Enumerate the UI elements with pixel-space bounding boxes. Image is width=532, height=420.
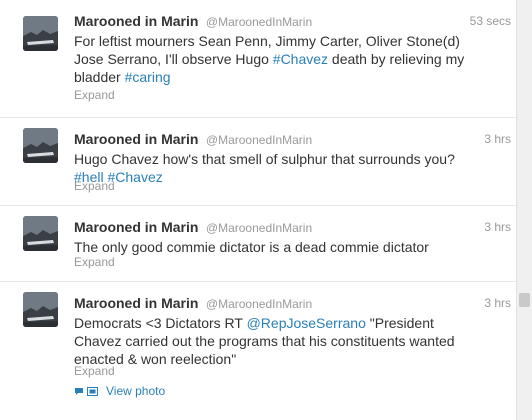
tweet[interactable]: Marooned in Marin @MaroonedInMarin 3 hrs… bbox=[0, 282, 516, 420]
expand-link[interactable]: Expand bbox=[74, 179, 115, 193]
tweet-text: The only good commie dictator is a dead … bbox=[74, 238, 474, 256]
author-name[interactable]: Marooned in Marin bbox=[74, 13, 198, 29]
author-handle[interactable]: @MaroonedInMarin bbox=[206, 297, 312, 311]
author-name[interactable]: Marooned in Marin bbox=[74, 131, 198, 147]
view-photo-label[interactable]: View photo bbox=[106, 384, 165, 398]
author-handle[interactable]: @MaroonedInMarin bbox=[206, 15, 312, 29]
tweet-text: For leftist mourners Sean Penn, Jimmy Ca… bbox=[74, 32, 474, 86]
hashtag-link[interactable]: #Chavez bbox=[107, 169, 162, 185]
text-segment: The only good commie dictator is a dead … bbox=[74, 239, 429, 255]
hashtag-link[interactable]: #caring bbox=[125, 69, 171, 85]
hashtag-link[interactable]: #Chavez bbox=[273, 51, 328, 67]
text-segment: Democrats <3 Dictators RT bbox=[74, 315, 247, 331]
tweet-timeline: Marooned in Marin @MaroonedInMarin 53 se… bbox=[0, 0, 532, 420]
view-photo-link[interactable]: View photo bbox=[74, 384, 165, 398]
timestamp[interactable]: 3 hrs bbox=[484, 296, 511, 310]
photo-icon bbox=[87, 386, 98, 396]
author-name[interactable]: Marooned in Marin bbox=[74, 295, 198, 311]
avatar[interactable] bbox=[23, 128, 58, 163]
tweet-text: Hugo Chavez how's that smell of sulphur … bbox=[74, 150, 474, 186]
expand-link[interactable]: Expand bbox=[74, 364, 115, 378]
author-handle[interactable]: @MaroonedInMarin bbox=[206, 133, 312, 147]
timestamp[interactable]: 3 hrs bbox=[484, 220, 511, 234]
author-name[interactable]: Marooned in Marin bbox=[74, 219, 198, 235]
view-photo-icons bbox=[74, 386, 101, 396]
tweet[interactable]: Marooned in Marin @MaroonedInMarin 3 hrs… bbox=[0, 118, 516, 206]
avatar[interactable] bbox=[23, 16, 58, 51]
tweet[interactable]: Marooned in Marin @MaroonedInMarin 53 se… bbox=[0, 0, 516, 118]
tweet-text: Democrats <3 Dictators RT @RepJoseSerran… bbox=[74, 314, 474, 368]
speech-bubble-icon bbox=[75, 387, 83, 395]
timestamp[interactable]: 53 secs bbox=[470, 14, 511, 28]
tweet-header: Marooned in Marin @MaroonedInMarin bbox=[74, 219, 312, 237]
mention-link[interactable]: @RepJoseSerrano bbox=[247, 315, 366, 331]
avatar[interactable] bbox=[23, 292, 58, 327]
tweet-header: Marooned in Marin @MaroonedInMarin bbox=[74, 131, 312, 149]
timestamp[interactable]: 3 hrs bbox=[484, 132, 511, 146]
scrollbar[interactable] bbox=[516, 0, 532, 420]
expand-link[interactable]: Expand bbox=[74, 88, 115, 102]
tweet-header: Marooned in Marin @MaroonedInMarin bbox=[74, 295, 312, 313]
text-segment: Hugo Chavez how's that smell of sulphur … bbox=[74, 151, 455, 167]
scrollbar-thumb[interactable] bbox=[519, 293, 530, 307]
tweet[interactable]: Marooned in Marin @MaroonedInMarin 3 hrs… bbox=[0, 206, 516, 282]
tweet-header: Marooned in Marin @MaroonedInMarin bbox=[74, 13, 312, 31]
avatar[interactable] bbox=[23, 216, 58, 251]
expand-link[interactable]: Expand bbox=[74, 255, 115, 269]
scrollbar-track[interactable] bbox=[517, 0, 532, 420]
author-handle[interactable]: @MaroonedInMarin bbox=[206, 221, 312, 235]
